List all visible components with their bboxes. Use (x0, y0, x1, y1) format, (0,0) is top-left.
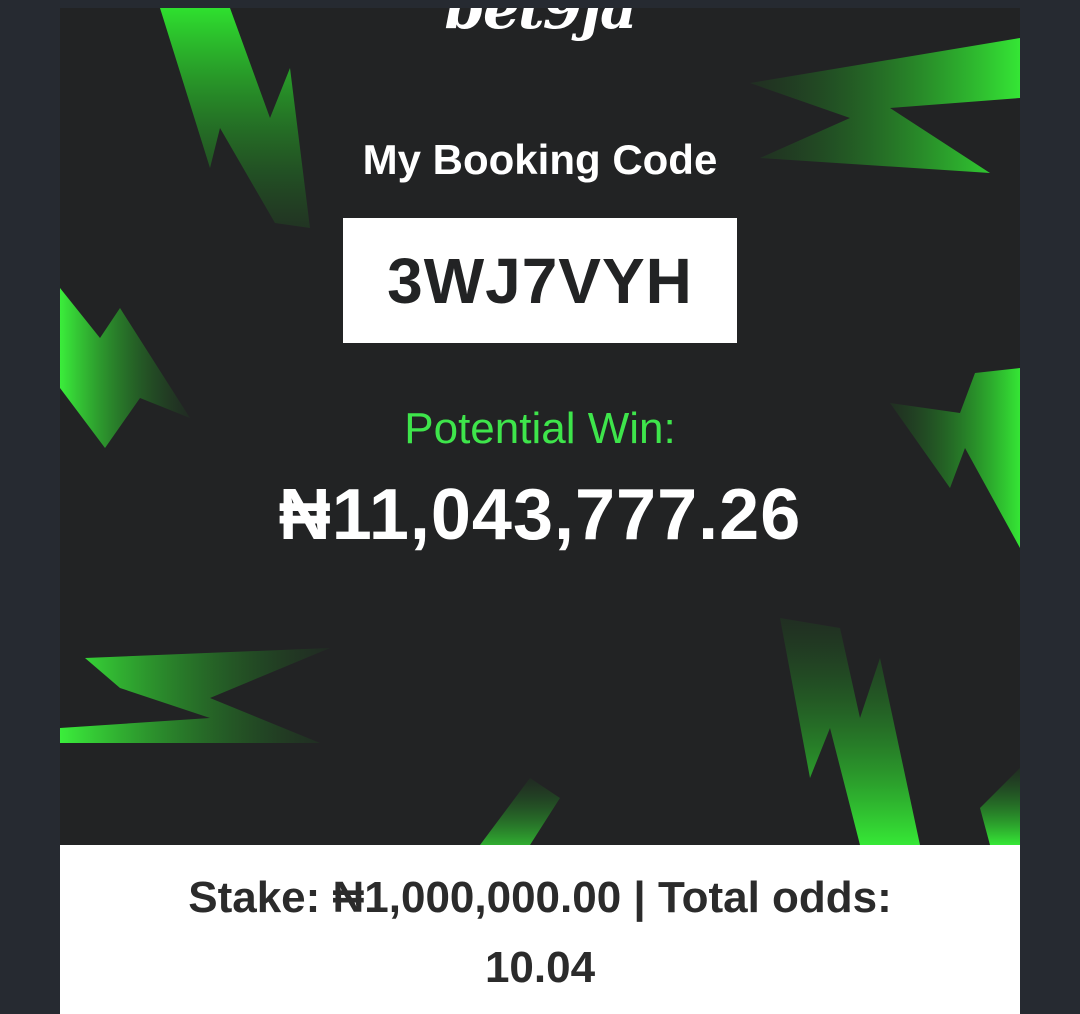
potential-win-label: Potential Win: (404, 404, 676, 453)
stake-odds-summary: Stake: ₦1,000,000.00 | Total odds: 10.04 (60, 845, 1020, 1014)
bet9ja-logo: bet9ja (444, 8, 637, 42)
potential-win-value: ₦11,043,777.26 (278, 475, 802, 555)
booking-code-value[interactable]: 3WJ7VYH (387, 244, 693, 318)
booking-card: bet9ja My Booking Code 3WJ7VYH Potential… (60, 8, 1020, 1014)
booking-banner: bet9ja My Booking Code 3WJ7VYH Potential… (60, 8, 1020, 845)
booking-code-box[interactable]: 3WJ7VYH (343, 218, 737, 343)
booking-code-title: My Booking Code (362, 136, 718, 183)
